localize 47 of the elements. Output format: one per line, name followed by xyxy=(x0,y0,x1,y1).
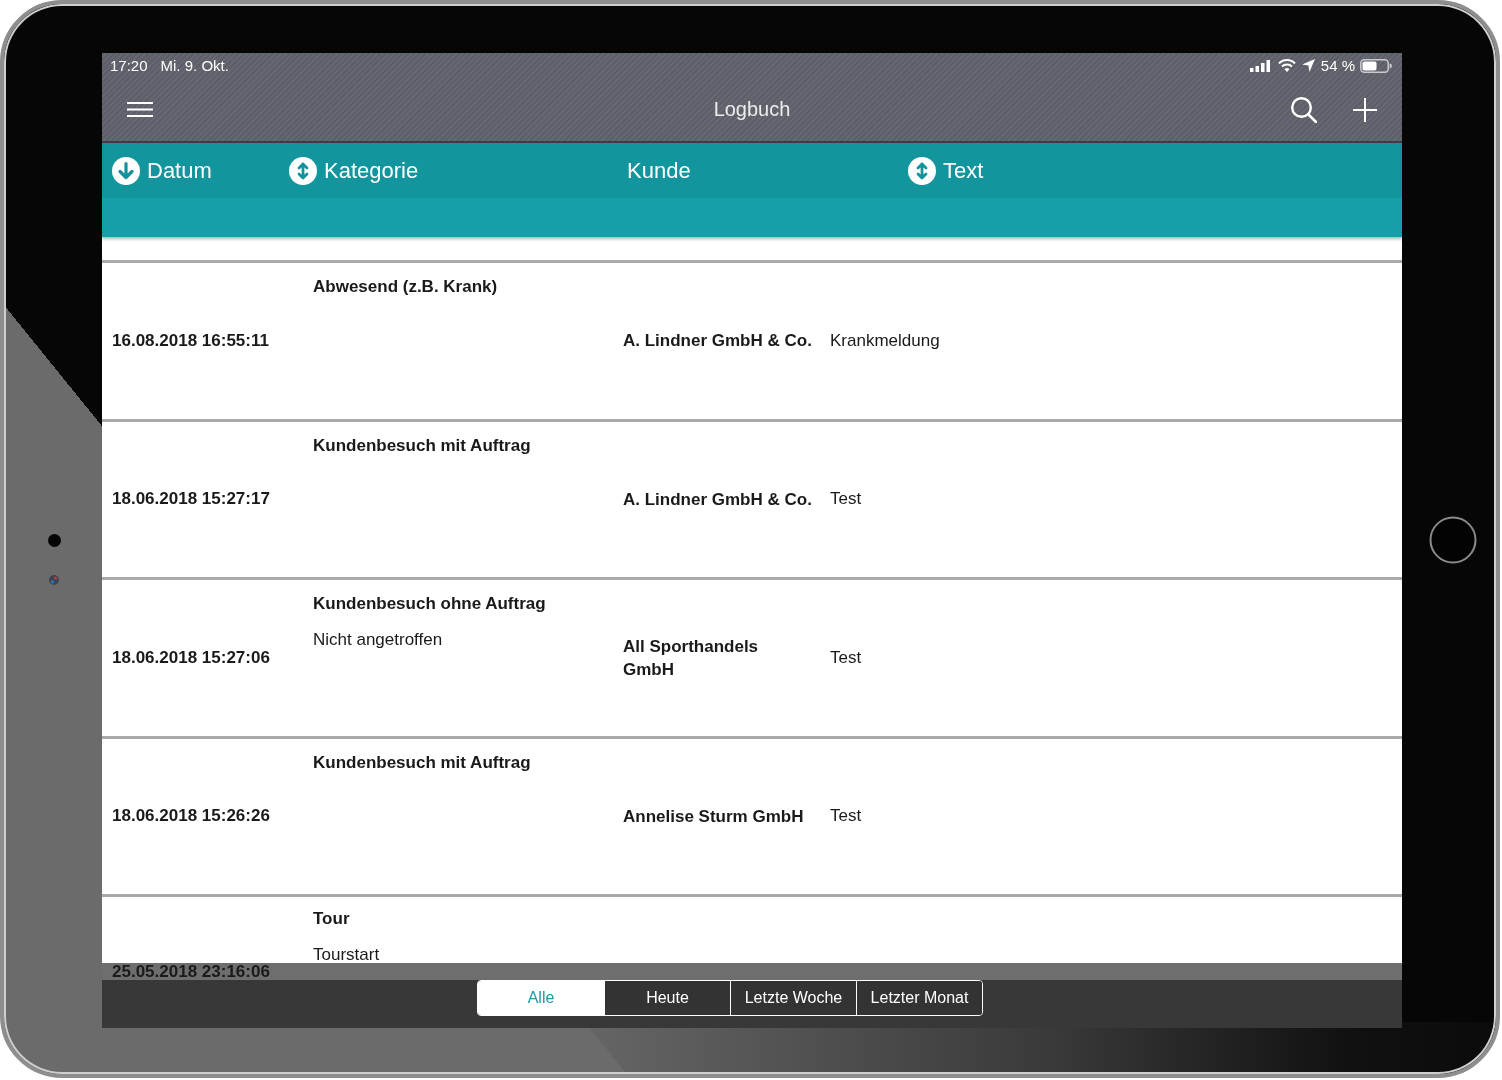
log-entry[interactable]: 25.05.2018 23:16:06 Tour Tourstart xyxy=(102,894,1402,980)
entry-date: 18.06.2018 15:27:17 xyxy=(112,489,270,510)
signal-icon xyxy=(1249,59,1271,72)
camera-icon xyxy=(47,533,61,547)
entry-text: Test xyxy=(830,647,862,668)
entry-text: Test xyxy=(830,806,862,827)
location-arrow-icon xyxy=(1301,59,1315,72)
entry-category: Kundenbesuch mit Auftrag xyxy=(313,752,531,773)
column-header[interactable]: Datum xyxy=(112,156,212,185)
log-entry[interactable]: 16.08.2018 16:55:11 Abwesend (z.B. Krank) A. Lindner GmbH & Co. Krankmeldung xyxy=(102,260,1402,419)
add-icon[interactable] xyxy=(1353,97,1377,122)
entry-date: 18.06.2018 15:27:06 xyxy=(112,647,270,668)
sort-icon xyxy=(289,156,317,185)
entry-text: Krankmeldung xyxy=(830,330,940,351)
sort-descending-icon xyxy=(112,156,140,185)
battery-icon xyxy=(1360,58,1392,73)
wifi-icon xyxy=(1277,59,1296,72)
entry-detail: Nicht angetroffen xyxy=(313,630,443,650)
column-header[interactable]: Text xyxy=(908,156,984,185)
log-entry[interactable]: 18.06.2018 15:27:06 Kundenbesuch ohne Auftrag Nicht angetroffen All Sporthandels GmbH Test xyxy=(102,577,1402,736)
entry-date: 16.08.2018 16:55:11 xyxy=(112,330,269,351)
filter-segment[interactable]: Alle xyxy=(478,981,604,1015)
screen-title: Logbuch xyxy=(713,98,791,121)
home-button-icon xyxy=(1429,516,1477,564)
customer-name: A. Lindner GmbH & Co. xyxy=(623,488,812,511)
sort-icon xyxy=(908,156,936,185)
entry-category: Kundenbesuch ohne Auftrag xyxy=(313,594,546,614)
battery-percent: 54 % xyxy=(1320,57,1355,74)
entry-date: 18.06.2018 15:26:26 xyxy=(112,806,270,827)
entry-date: 25.05.2018 23:16:06 xyxy=(112,963,270,980)
sensor-icon xyxy=(49,575,59,585)
entry-category: Tour xyxy=(313,909,350,929)
column-header[interactable]: Kategorie xyxy=(289,156,419,185)
entry-category: Kundenbesuch mit Auftrag xyxy=(313,435,531,456)
status-time: 17:20 xyxy=(110,57,148,74)
filter-segment[interactable]: Letzter Monat xyxy=(856,981,982,1015)
status-date: Mi. 9. Okt. xyxy=(160,57,229,74)
entry-detail: Tourstart xyxy=(313,945,380,965)
customer-name: Annelise Sturm GmbH xyxy=(623,805,804,828)
log-entry[interactable]: 18.06.2018 15:27:17 Kundenbesuch mit Auftrag A. Lindner GmbH & Co. Test xyxy=(102,418,1402,577)
search-icon[interactable] xyxy=(1291,96,1317,123)
entry-category: Abwesend (z.B. Krank) xyxy=(313,277,498,297)
customer-name: All Sporthandels GmbH xyxy=(623,635,760,681)
customer-name: A. Lindner GmbH & Co. xyxy=(623,330,812,353)
entry-text: Test xyxy=(830,489,862,510)
column-header[interactable]: Kunde xyxy=(627,157,691,184)
menu-icon[interactable] xyxy=(127,102,153,117)
